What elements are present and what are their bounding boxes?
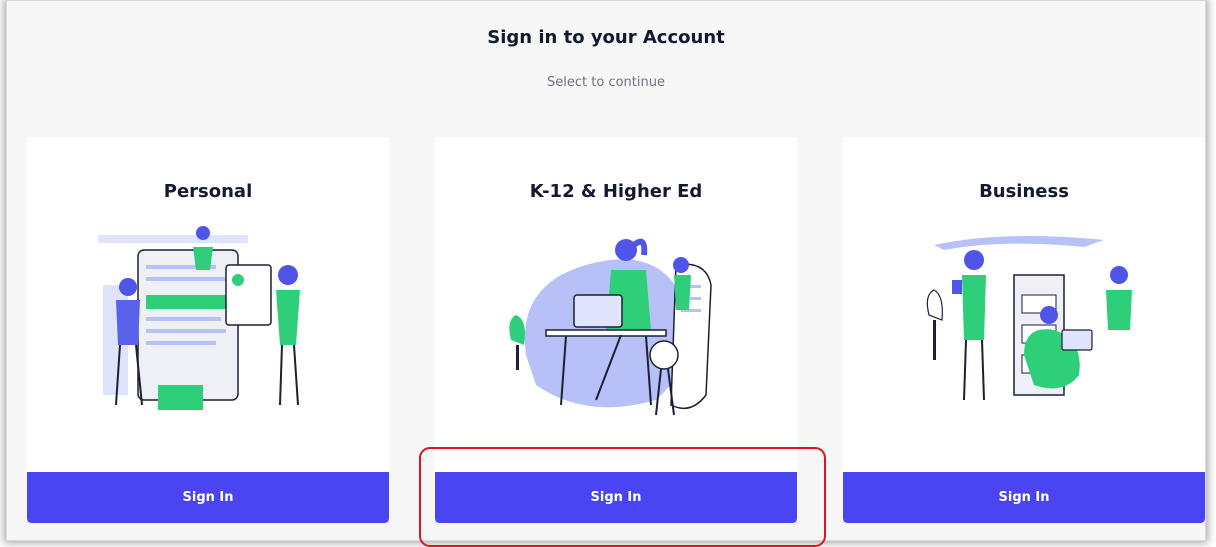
education-illustration — [509, 238, 712, 416]
personal-illustration — [98, 226, 300, 410]
sign-in-button-education[interactable]: Sign In — [435, 472, 797, 523]
business-illustration — [926, 236, 1132, 401]
page-subtitle: Select to continue — [547, 75, 665, 90]
card-title-business: Business — [979, 181, 1069, 202]
card-business: Business Sign In — [843, 137, 1205, 523]
page-title: Sign in to your Account — [487, 27, 725, 48]
sign-in-button-personal[interactable]: Sign In — [27, 472, 389, 523]
card-personal: Personal Sign In — [27, 137, 389, 523]
sign-in-panel: Sign in to your Account Select to contin… — [6, 0, 1206, 541]
card-title-education: K-12 & Higher Ed — [529, 181, 703, 202]
card-title-personal: Personal — [163, 181, 253, 202]
sign-in-button-business[interactable]: Sign In — [843, 472, 1205, 523]
card-education: K-12 & Higher Ed Sign In — [435, 137, 797, 523]
